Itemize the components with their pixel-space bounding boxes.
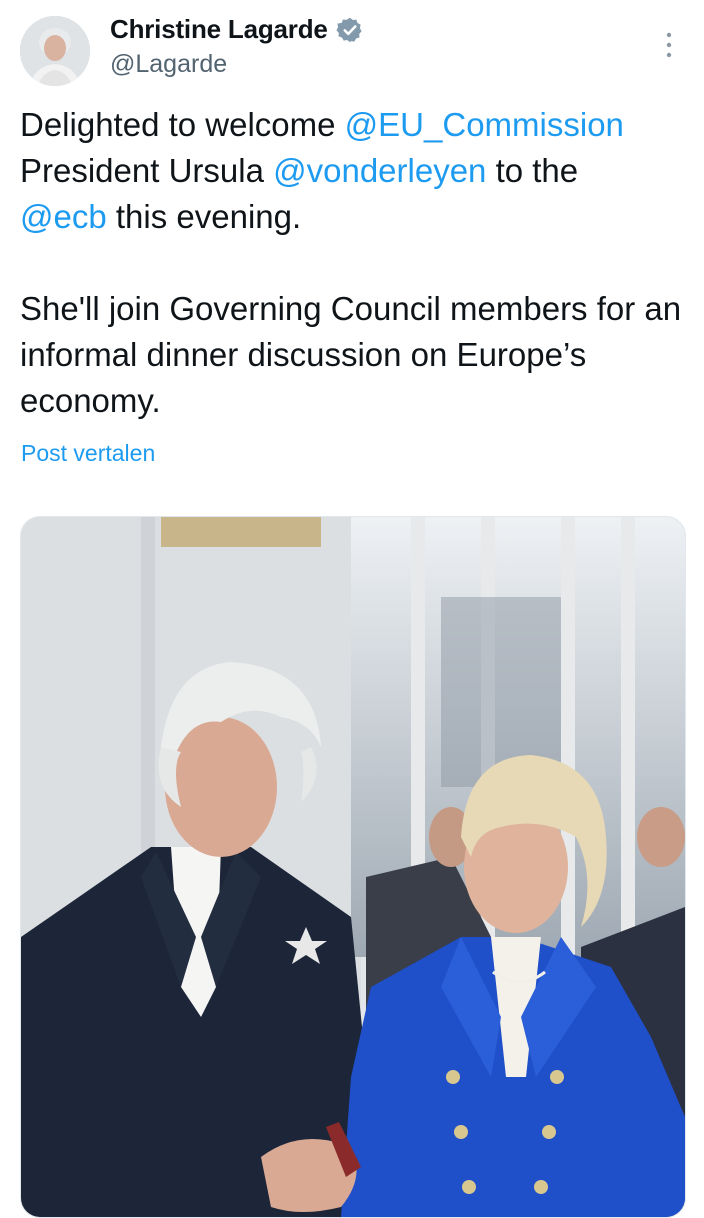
tweet-text: Delighted to welcome @EU_Commission Pres…: [20, 102, 684, 424]
tweet-photo[interactable]: [20, 516, 686, 1218]
verified-badge-icon: [336, 17, 362, 42]
tweet-text-segment: Delighted to welcome: [20, 106, 345, 143]
tweet-text-segment: this evening.: [106, 198, 302, 235]
tweet-header: Christine Lagarde @Lagarde: [0, 0, 704, 100]
author-name[interactable]: Christine Lagarde: [110, 14, 328, 45]
author-avatar[interactable]: [20, 16, 90, 86]
translate-post-link[interactable]: Post vertalen: [21, 440, 155, 467]
tweet-paragraph-2: She'll join Governing Council members fo…: [20, 290, 682, 419]
more-options-icon[interactable]: [664, 30, 674, 60]
mention-eu-commission[interactable]: @EU_Commission: [345, 106, 624, 143]
tweet-text-segment: to the: [486, 152, 579, 189]
photo-illustration: [21, 517, 685, 1217]
tweet-paragraph-1: Delighted to welcome @EU_Commission Pres…: [20, 102, 684, 240]
mention-ecb[interactable]: @ecb: [20, 198, 107, 235]
avatar-photo: [20, 16, 90, 86]
tweet-text-segment: President Ursula: [20, 152, 274, 189]
mention-vonderleyen[interactable]: @vonderleyen: [273, 152, 486, 189]
author-handle[interactable]: @Lagarde: [110, 50, 227, 79]
